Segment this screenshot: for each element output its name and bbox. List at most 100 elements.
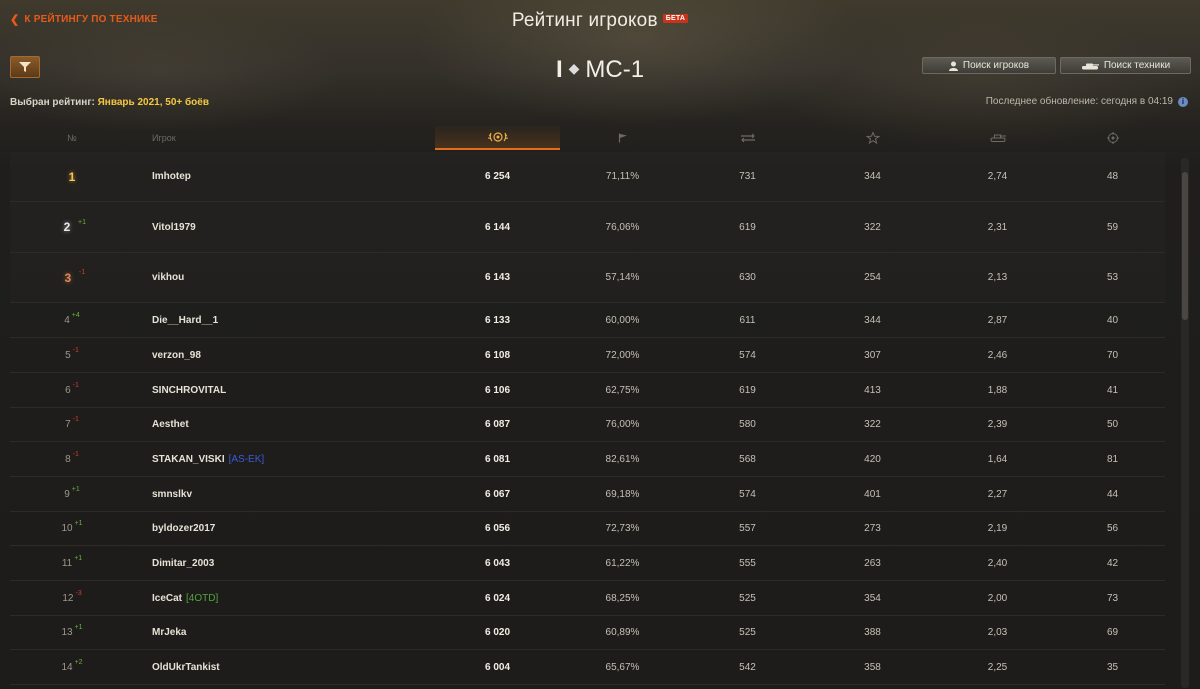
column-rank[interactable]: №	[50, 126, 94, 150]
rank-number: 9	[64, 488, 70, 500]
rank-cell: 2 +1	[50, 202, 94, 252]
rank-cell: 13 +1	[50, 616, 94, 649]
player-name[interactable]: byldozer2017	[152, 523, 215, 534]
info-icon[interactable]: i	[1178, 96, 1188, 107]
battles-cell: 555	[739, 557, 756, 569]
battles-cell: 630	[739, 272, 756, 283]
search-players-button[interactable]: Поиск игроков	[922, 57, 1056, 74]
dmg-cell: 2,40	[987, 557, 1008, 569]
table-row[interactable]: 11 +1 Dimitar_2003 6 043 61,22% 555 263 2,40 42	[10, 546, 1165, 581]
table-row[interactable]: 10 +1 byldozer2017 6 056 72,73% 557 273 2,19 56	[10, 512, 1165, 546]
rank-number: 10	[61, 523, 73, 534]
player-cell[interactable]: Imhotep	[152, 152, 432, 201]
dmg-cell: 2,00	[987, 592, 1008, 604]
battles-cell: 580	[739, 419, 756, 430]
rank-cell: 8 -1	[50, 442, 94, 476]
battles-cell: 568	[739, 453, 756, 465]
selected-rating-value[interactable]: Январь 2021, 50+ боёв	[98, 97, 209, 108]
player-cell[interactable]: verzon_98	[152, 338, 432, 372]
selected-rating-label: Выбран рейтинг:	[10, 97, 95, 108]
table-row[interactable]: 13 +1 MrJeka 6 020 60,89% 525 388 2,03 69	[10, 616, 1165, 650]
column-assist[interactable]	[1060, 126, 1165, 150]
player-name[interactable]: Imhotep	[152, 171, 191, 182]
rating-cell: 6 106	[484, 384, 511, 396]
scrollbar-thumb[interactable]	[1182, 172, 1188, 320]
player-cell[interactable]: Dimitar_2003	[152, 546, 432, 580]
table-row[interactable]: 2 +1 Vitol1979 6 144 76,06% 619 322 2,31 59	[10, 202, 1165, 253]
rating-cell: 6 254	[484, 171, 511, 182]
rating-cell: 6 108	[484, 349, 511, 361]
player-cell[interactable]: SINCHROVITAL	[152, 373, 432, 407]
damage-icon	[989, 133, 1007, 143]
assist-icon	[1106, 132, 1120, 144]
silver-medal-icon: 2	[63, 220, 71, 234]
player-name[interactable]: vikhou	[152, 272, 184, 283]
flag-icon	[618, 133, 628, 143]
player-cell[interactable]: Die__Hard__1	[152, 303, 432, 337]
rank-number: 5	[65, 349, 71, 361]
xp-cell: 273	[864, 523, 881, 534]
wins-cell: 60,89%	[605, 627, 640, 638]
table-row[interactable]: 7 -1 Aesthet 6 087 76,00% 580 322 2,39 50	[10, 408, 1165, 442]
table-row[interactable]: 5 -1 verzon_98 6 108 72,00% 574 307 2,46 70	[10, 338, 1165, 373]
rank-cell: 4 +4	[50, 303, 94, 337]
vehicle-name: МС-1	[585, 56, 645, 83]
last-update-text: Последнее обновление: сегодня в 04:19	[985, 96, 1173, 107]
rank-number: 4	[64, 314, 70, 326]
column-damage[interactable]	[935, 126, 1060, 150]
player-cell[interactable]: byldozer2017	[152, 512, 432, 545]
player-cell[interactable]: MrJeka	[152, 616, 432, 649]
player-name[interactable]: SINCHROVITAL	[152, 385, 226, 396]
wins-cell: 61,22%	[605, 557, 640, 569]
battles-cell: 525	[739, 627, 756, 638]
column-player[interactable]: Игрок	[152, 126, 352, 150]
tank-icon	[1081, 62, 1099, 70]
clan-tag[interactable]: [AS-EK]	[229, 454, 265, 465]
table-row[interactable]: 14 +2 OldUkrTankist 6 004 65,67% 542 358 2,25 35	[10, 650, 1165, 685]
rating-cell: 6 056	[484, 523, 511, 534]
table-row[interactable]: 8 -1 STAKAN_VISKI [AS-EK] 6 081 82,61% 568 420 1…	[10, 442, 1165, 477]
table-row[interactable]: 6 -1 SINCHROVITAL 6 106 62,75% 619 413 1,88 41	[10, 373, 1165, 408]
player-name[interactable]: Aesthet	[152, 419, 189, 430]
player-cell[interactable]: IceCat [4OTD]	[152, 581, 432, 615]
dmg-cell: 2,39	[987, 419, 1008, 430]
player-name[interactable]: smnslkv	[152, 489, 192, 500]
table-row[interactable]: 4 +4 Die__Hard__1 6 133 60,00% 611 344 2,87 40	[10, 303, 1165, 338]
player-name[interactable]: STAKAN_VISKI	[152, 454, 225, 465]
player-cell[interactable]: OldUkrTankist	[152, 650, 432, 684]
player-name[interactable]: MrJeka	[152, 627, 186, 638]
player-cell[interactable]: smnslkv	[152, 477, 432, 511]
player-cell[interactable]: STAKAN_VISKI [AS-EK]	[152, 442, 432, 476]
vehicle-tier: I	[555, 56, 563, 83]
column-wins[interactable]	[560, 126, 685, 150]
player-cell[interactable]: Aesthet	[152, 408, 432, 441]
player-cell[interactable]: Vitol1979	[152, 202, 432, 252]
table-row[interactable]: 1 Imhotep 6 254 71,11% 731 344 2,74 48	[10, 152, 1165, 202]
player-name[interactable]: Dimitar_2003	[152, 558, 214, 569]
table-row[interactable]: 3 -1 vikhou 6 143 57,14% 630 254 2,13 53	[10, 253, 1165, 303]
assist-cell: 44	[1106, 488, 1119, 500]
column-battles[interactable]	[685, 126, 810, 150]
assist-cell: 73	[1106, 592, 1119, 604]
xp-cell: 413	[864, 384, 881, 396]
column-experience[interactable]	[810, 126, 935, 150]
dmg-cell: 2,74	[987, 171, 1008, 182]
rating-cell: 6 067	[484, 488, 511, 500]
clan-tag[interactable]: [4OTD]	[186, 593, 218, 604]
dmg-cell: 2,87	[987, 314, 1008, 326]
rating-laurel-icon	[486, 130, 510, 144]
player-name[interactable]: Die__Hard__1	[152, 315, 218, 326]
player-cell[interactable]: vikhou	[152, 253, 432, 302]
player-name[interactable]: Vitol1979	[152, 222, 196, 233]
wins-cell: 57,14%	[605, 272, 640, 283]
player-name[interactable]: IceCat	[152, 593, 182, 604]
search-vehicles-button[interactable]: Поиск техники	[1060, 57, 1191, 74]
table-row[interactable]: 9 +1 smnslkv 6 067 69,18% 574 401 2,27 44	[10, 477, 1165, 512]
player-name[interactable]: OldUkrTankist	[152, 662, 220, 673]
column-rating[interactable]	[435, 126, 560, 150]
table-row[interactable]: 12 -3 IceCat [4OTD] 6 024 68,25% 525 354 2,00 73	[10, 581, 1165, 616]
player-name[interactable]: verzon_98	[152, 350, 201, 361]
search-vehicles-label: Поиск техники	[1103, 60, 1171, 71]
dmg-cell: 2,31	[987, 221, 1008, 233]
rank-number: 12	[62, 592, 74, 604]
